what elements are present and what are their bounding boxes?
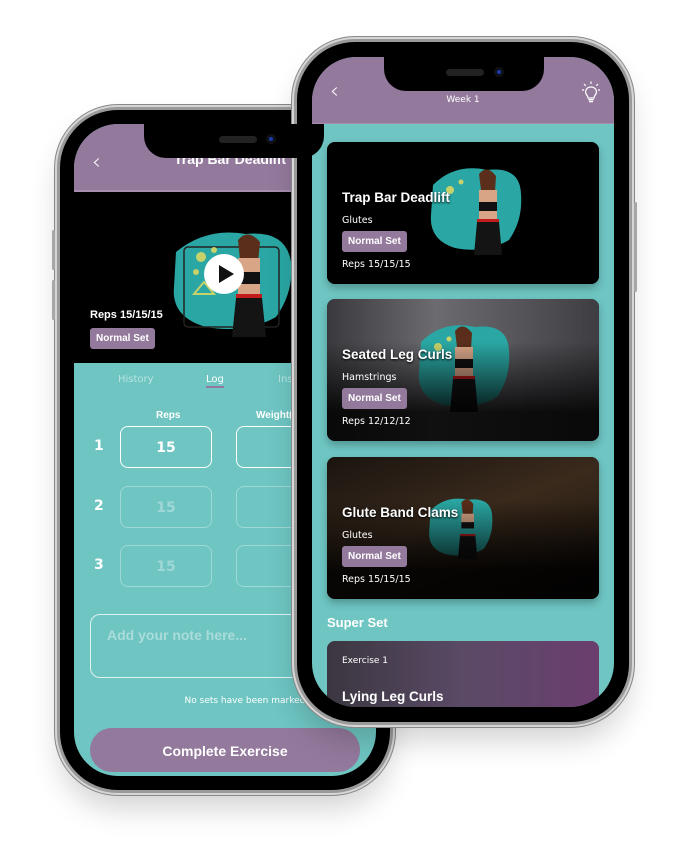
reps-summary: Reps 15/15/15 bbox=[342, 259, 411, 270]
set-type-badge: Normal Set bbox=[342, 546, 407, 567]
set-number: 1 bbox=[94, 438, 104, 454]
muscle-group: Glutes bbox=[342, 530, 373, 541]
workout-day-screen: ‹ Day 1 Week 1 bbox=[312, 57, 614, 707]
speaker-grille bbox=[219, 136, 257, 143]
set-number: 2 bbox=[94, 498, 104, 514]
reps-column-header: Reps bbox=[156, 410, 181, 421]
lightbulb-icon[interactable] bbox=[582, 81, 600, 103]
tab-log[interactable]: Log bbox=[206, 374, 224, 388]
set-number: 3 bbox=[94, 557, 104, 573]
exercise-card[interactable]: Seated Leg Curls Hamstrings Normal Set R… bbox=[327, 299, 599, 441]
play-icon[interactable] bbox=[204, 254, 244, 294]
reps-summary: Reps 12/12/12 bbox=[342, 416, 411, 427]
reps-summary: Reps 15/15/15 bbox=[342, 574, 411, 585]
front-camera bbox=[494, 67, 504, 77]
super-set-card[interactable]: Exercise 1 Lying Leg Curls bbox=[327, 641, 599, 707]
phone-frame-workout-day: ‹ Day 1 Week 1 bbox=[297, 42, 637, 722]
tab-history[interactable]: History bbox=[118, 374, 154, 385]
speaker-grille bbox=[446, 69, 484, 76]
complete-exercise-button[interactable]: Complete Exercise bbox=[90, 728, 360, 772]
set-type-badge: Normal Set bbox=[342, 231, 407, 252]
exercise-name: Lying Leg Curls bbox=[342, 689, 444, 704]
phone-notch bbox=[144, 124, 324, 158]
week-subtitle: Week 1 bbox=[446, 95, 480, 105]
exercise-card[interactable]: Glute Band Clams Glutes Normal Set Reps … bbox=[327, 457, 599, 599]
power-button bbox=[634, 202, 637, 292]
volume-down-button bbox=[52, 280, 55, 320]
exercise-name: Trap Bar Deadlift bbox=[342, 190, 451, 205]
muscle-group: Hamstrings bbox=[342, 372, 397, 383]
phone-notch bbox=[384, 57, 544, 91]
exercise-name: Seated Leg Curls bbox=[342, 347, 453, 362]
muscle-group: Glutes bbox=[342, 215, 373, 226]
exercise-card[interactable]: Trap Bar Deadlift Glutes Normal Set Reps… bbox=[327, 142, 599, 284]
set-type-badge: Normal Set bbox=[90, 328, 155, 349]
set-type-badge: Normal Set bbox=[342, 388, 407, 409]
trainer-illustration bbox=[430, 168, 522, 255]
note-placeholder: Add your note here... bbox=[107, 627, 248, 643]
volume-up-button bbox=[52, 230, 55, 270]
exercise-name: Glute Band Clams bbox=[342, 505, 459, 520]
reps-input[interactable]: 15 bbox=[120, 486, 212, 528]
front-camera bbox=[266, 134, 276, 144]
reps-input[interactable]: 15 bbox=[120, 426, 212, 468]
reps-summary: Reps 15/15/15 bbox=[90, 309, 163, 321]
super-set-exercise-label: Exercise 1 bbox=[342, 656, 389, 666]
super-set-heading: Super Set bbox=[327, 615, 388, 630]
reps-input[interactable]: 15 bbox=[120, 545, 212, 587]
